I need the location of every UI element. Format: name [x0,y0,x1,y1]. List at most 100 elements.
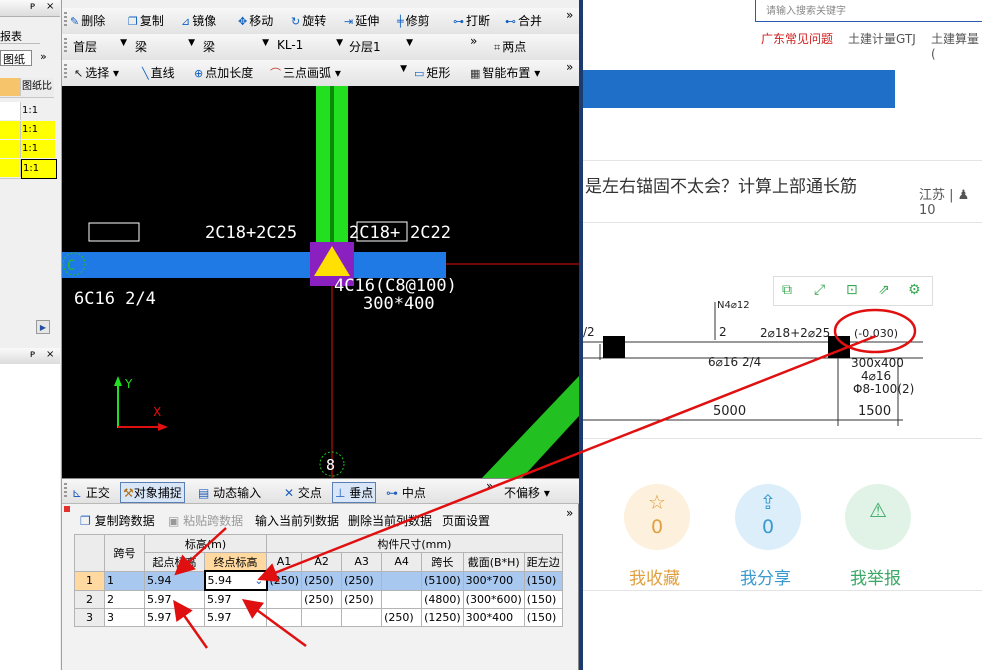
top-rebar-left-label[interactable]: 2C18+2C25 [205,223,297,243]
a3-cell[interactable] [341,608,383,627]
line-button[interactable]: ╲ 直线 [142,64,175,81]
a3-cell[interactable]: (250) [341,570,383,591]
copy-span-data-button[interactable]: ❐ 复制跨数据 [80,512,155,529]
three-point-arc-button[interactable]: ⌒ 三点画弧 ▾ [270,64,341,81]
trim-button[interactable]: ╪ 修剪 [397,12,430,29]
pin-icon[interactable]: ᴘ [30,349,35,360]
layer-select[interactable]: 分层1 ▼ [348,37,416,56]
span-length-header[interactable]: 跨长 [421,552,464,572]
two-point-button[interactable]: ⌗ 两点 [494,38,526,55]
section-cell[interactable]: 300*700 [462,570,525,591]
span-length-cell[interactable]: (4800) [421,589,464,609]
end-elevation-cell[interactable]: 5.97 [204,608,267,627]
left-distance-cell[interactable]: (150) [523,589,563,609]
type1-select[interactable]: 梁 ▼ [134,37,198,56]
stirrup-label[interactable]: 4C16(C8@100) [334,276,457,296]
a1-header[interactable]: A1 [265,552,303,572]
type2-select[interactable]: 梁 ▼ [202,37,272,56]
a3-header[interactable]: A3 [341,552,383,572]
list-item[interactable]: 1:1 [0,140,55,160]
drawing-canvas[interactable]: 2C18+2C25 2C18+ 2C22 6C16 2/4 4C16(C8@10… [62,86,579,478]
pin-icon[interactable]: ᴘ [30,1,35,12]
page-setup-button[interactable]: 页面设置 [442,512,490,529]
close-icon[interactable]: × [46,349,54,360]
table-row[interactable]: 1 1 5.94 5.94 ⌄ (250) (250) (250) (5100) … [74,570,563,591]
start-elevation-cell[interactable]: 5.97 [144,608,205,627]
list-item[interactable]: 1:1 [0,121,55,141]
more-icon[interactable]: » [486,479,493,493]
span-number-cell[interactable]: 1 [104,570,145,591]
toolbar-grip[interactable] [64,64,67,80]
object-snap-toggle[interactable]: ⚒对象捕捉 [120,482,185,503]
more-icon[interactable]: » [566,60,573,74]
top-rebar-right-label-a[interactable]: 2C18+ [349,223,400,243]
arc-mode-select[interactable]: ▼ [352,63,410,82]
structure-drawing[interactable]: N4⌀12 /2 2 2⌀18+2⌀25 (-0.030) 6⌀16 2/4 3… [583,296,982,436]
share-action[interactable]: ⇪ 0 [735,484,801,550]
span-number-cell[interactable]: 3 [104,608,145,627]
section-header[interactable]: 截面(B*H) [462,552,525,572]
report-action[interactable]: ⚠ [845,484,911,550]
toolbar-grip[interactable] [64,483,67,499]
point-length-button[interactable]: ⊕ 点加长度 [194,64,253,81]
rect-button[interactable]: ▭ 矩形 [414,64,450,81]
move-button[interactable]: ✥ 移动 [238,12,273,29]
top-rebar-right-label-b[interactable]: 2C22 [410,223,451,243]
copy-button[interactable]: ❐ 复制 [128,12,164,29]
a2-cell[interactable] [301,608,343,627]
extend-button[interactable]: ⇥ 延伸 [344,12,379,29]
chevron-down-icon[interactable]: ⌄ [254,574,263,587]
end-elevation-header[interactable]: 终点标高 [204,552,267,572]
list-item[interactable]: 1:1 [0,102,54,122]
left-distance-header[interactable]: 距左边 [523,552,563,572]
table-row[interactable]: 2 2 5.97 5.97 (250) (250) (4800) (300*60… [74,589,563,609]
a1-cell[interactable]: (250) [265,570,303,591]
floor-select[interactable]: 首层 ▼ [72,37,130,56]
report-tab[interactable]: 报表 [0,28,40,44]
table-row[interactable]: 3 3 5.97 5.97 (250) (1250) 300*400 (150) [74,608,563,627]
scroll-right-button[interactable]: ▶ [36,320,50,334]
close-icon[interactable]: × [46,1,54,12]
section-label[interactable]: 300*400 [363,294,435,314]
span-number-cell[interactable]: 2 [104,589,145,609]
section-cell[interactable]: 300*400 [462,608,525,627]
section-cell[interactable]: (300*600) [462,589,525,609]
a1-cell[interactable] [265,608,303,627]
more-icon[interactable]: » [40,50,47,63]
a2-header[interactable]: A2 [301,552,343,572]
span-length-cell[interactable]: (1250) [421,608,464,627]
nav-link-gtj[interactable]: 土建计量GTJ [848,30,916,47]
row-number[interactable]: 2 [74,589,105,609]
delete-column-data-button[interactable]: 删除当前列数据 [348,512,432,529]
more-icon[interactable]: » [566,8,573,22]
nav-link-guangdong[interactable]: 广东常见问题 [761,30,833,47]
row-number[interactable]: 3 [74,608,105,627]
component-select[interactable]: KL-1 ▼ [276,37,346,56]
a2-cell[interactable]: (250) [301,589,343,609]
row-number[interactable]: 1 [74,570,105,591]
panel-close-icon[interactable] [64,506,70,512]
mirror-button[interactable]: ⊿ 镜像 [181,12,216,29]
article-title[interactable]: 是左右锚固不太会？计算上部通长筋 [585,172,857,197]
end-elevation-cell[interactable]: 5.97 [204,589,267,609]
perpendicular-snap-toggle[interactable]: ⊥ 垂点 [332,482,377,503]
intersection-snap-toggle[interactable]: ✕ 交点 [284,484,322,501]
favorite-label[interactable]: 我收藏 [629,564,680,589]
a3-cell[interactable]: (250) [341,589,383,609]
a4-cell[interactable]: (250) [381,608,423,627]
search-input[interactable]: 请输入搜索关键字 [755,0,982,22]
share-label[interactable]: 我分享 [740,564,791,589]
left-distance-cell[interactable]: (150) [523,570,563,591]
beam-shape[interactable] [62,252,446,278]
favorite-action[interactable]: ☆ 0 [624,484,690,550]
midpoint-snap-toggle[interactable]: ⊶ 中点 [386,484,426,501]
more-icon[interactable]: » [566,506,573,520]
drawing-button[interactable]: 图纸 [0,50,32,66]
start-elevation-cell[interactable]: 5.94 [144,570,205,591]
a4-cell[interactable] [381,589,423,609]
paste-span-data-button[interactable]: ▣ 粘贴跨数据 [168,512,243,529]
merge-button[interactable]: ⊷ 合并 [505,12,542,29]
select-button[interactable]: ↖ 选择 ▾ [74,64,119,81]
nav-link-more[interactable]: 土建算量( [931,30,982,61]
smart-layout-button[interactable]: ▦ 智能布置 ▾ [470,64,540,81]
